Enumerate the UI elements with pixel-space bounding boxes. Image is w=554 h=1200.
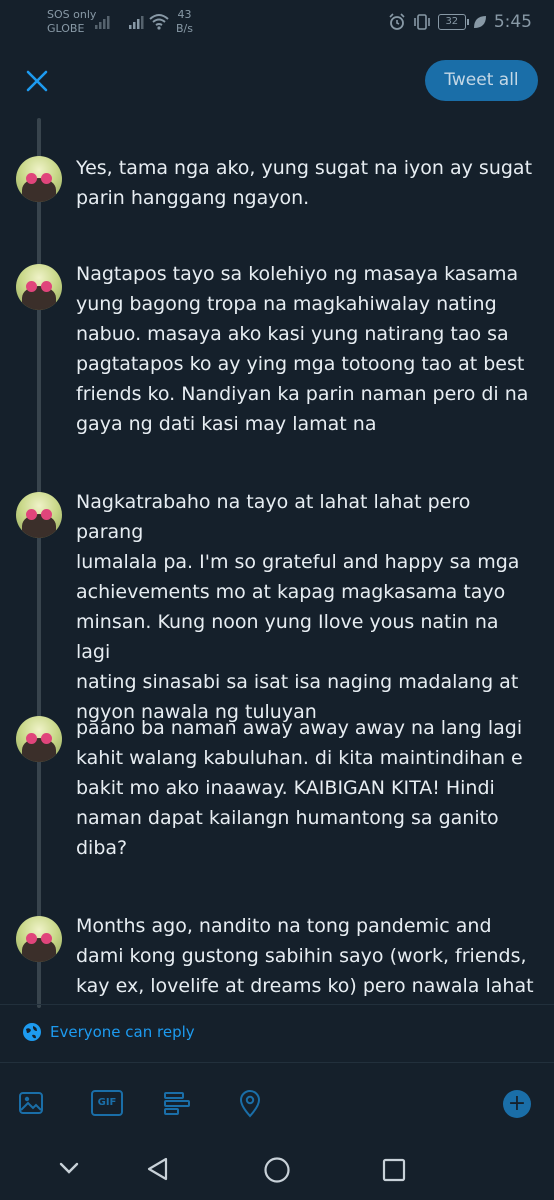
image-icon[interactable] [18,1090,44,1116]
location-icon[interactable] [238,1090,262,1118]
avatar [16,716,62,762]
status-bar: SOS only GLOBE 43 B/s 32 5:45 [0,0,554,44]
tweet-text[interactable]: Nagtapos tayo sa kolehiyo ng masaya kasa… [76,259,536,439]
back-icon[interactable] [145,1156,171,1182]
system-nav-bar [0,1138,554,1200]
divider [0,1004,554,1005]
chevron-down-icon[interactable] [58,1160,80,1176]
status-right: 32 5:45 [388,12,532,32]
add-tweet-button[interactable]: + [503,1090,531,1118]
network-speed-unit: B/s [176,22,193,35]
avatar [16,156,62,202]
reply-setting-label: Everyone can reply [50,1023,195,1041]
tweet-all-button[interactable]: Tweet all [425,60,538,101]
carrier-line-1: SOS only [47,8,97,21]
plus-icon: + [507,1091,527,1116]
tweet-text[interactable]: Months ago, nandito na tong pandemic and… [76,911,536,1001]
clock-time: 5:45 [493,12,532,32]
reply-setting-button[interactable]: Everyone can reply [22,1022,195,1042]
avatar [16,264,62,310]
battery-indicator: 32 [437,14,469,30]
wifi-icon [149,14,169,30]
signal-icon [95,16,110,29]
alarm-icon [389,13,405,30]
signal-icon-2 [129,16,144,29]
carrier-line-2: GLOBE [47,22,85,35]
divider [0,1062,554,1063]
vibrate-icon [414,14,430,30]
gif-button[interactable]: GIF [91,1090,123,1116]
close-icon[interactable] [22,66,52,96]
tweet-text[interactable]: Yes, tama nga ako, yung sugat na iyon ay… [76,153,536,213]
leaf-icon [473,16,486,28]
home-icon[interactable] [263,1156,291,1184]
avatar [16,916,62,962]
poll-icon[interactable] [163,1090,191,1116]
recents-icon[interactable] [382,1158,406,1182]
tweet-text[interactable]: paano ba naman away away away na lang la… [76,713,536,863]
carrier-label: SOS only GLOBE [47,8,96,36]
thread-line [37,118,41,1008]
composer-toolbar: GIF [0,1078,554,1128]
avatar [16,492,62,538]
tweet-text[interactable]: Nagkatrabaho na tayo at lahat lahat pero… [76,487,536,727]
network-speed-value: 43 [177,8,192,21]
globe-icon [23,1023,41,1041]
network-speed: 43 B/s [176,8,193,36]
